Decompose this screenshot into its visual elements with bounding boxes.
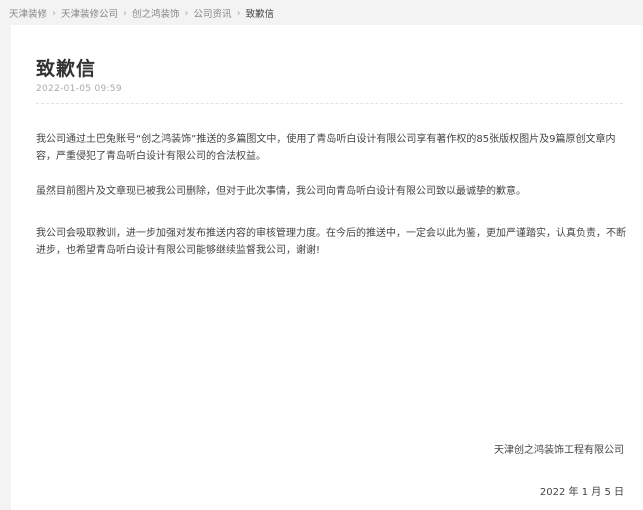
article-sign-date: 2022 年 1 月 5 日: [539, 487, 624, 498]
breadcrumb-separator-icon: ›: [184, 7, 189, 19]
article-paragraph-2: 虽然目前图片及文章现已被我公司删除，但对于此次事情，我公司向青岛听白设计有限公司…: [36, 186, 526, 197]
article-paragraph-1: 我公司通过土巴兔账号“创之鸿装饰”推送的多篇图文中，使用了青岛听白设计有限公司享…: [36, 134, 616, 162]
article-card: 致歉信 2022-01-05 09:59 我公司通过土巴兔账号“创之鸿装饰”推送…: [11, 25, 643, 510]
article-paragraph-3: 我公司会吸取教训，进一步加强对发布推送内容的审核管理力度。在今后的推送中，一定会…: [36, 228, 626, 256]
breadcrumb-item-current: 致歉信: [245, 9, 275, 20]
breadcrumb-separator-icon: ›: [236, 7, 241, 19]
breadcrumb: 天津装修 › 天津装修公司 › 创之鸿装饰 › 公司资讯 › 致歉信: [9, 6, 275, 21]
breadcrumb-item-decoration-company[interactable]: 天津装修公司: [61, 6, 118, 20]
breadcrumb-item-tianjin-decoration[interactable]: 天津装修: [9, 6, 47, 20]
breadcrumb-item-company-news[interactable]: 公司资讯: [194, 6, 232, 20]
article-signature: 天津创之鸿装饰工程有限公司: [494, 445, 624, 456]
title-divider: [36, 103, 623, 104]
article-title: 致歉信: [36, 58, 97, 80]
article-date: 2022-01-05 09:59: [36, 84, 122, 94]
breadcrumb-separator-icon: ›: [52, 7, 57, 19]
breadcrumb-separator-icon: ›: [123, 7, 128, 19]
breadcrumb-item-company-name[interactable]: 创之鸿装饰: [132, 6, 180, 20]
